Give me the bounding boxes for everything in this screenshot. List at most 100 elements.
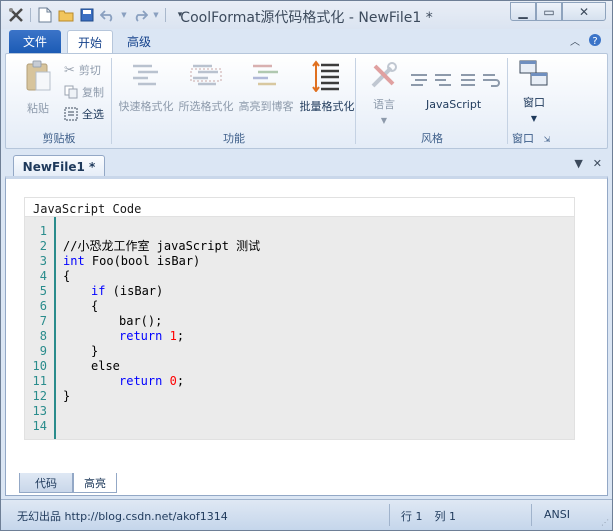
code-text: { <box>63 269 71 283</box>
code-line: 3 int Foo(bool isBar) <box>25 254 574 269</box>
function-group-label: 功能 <box>223 132 245 145</box>
paste-button[interactable]: 粘贴 <box>18 60 58 116</box>
dialog-launcher-icon[interactable]: ⇲ <box>544 135 551 144</box>
style-wrap-icon[interactable] <box>482 72 500 88</box>
tab-home[interactable]: 开始 <box>67 30 113 53</box>
help-icon[interactable]: ? <box>588 33 602 50</box>
line-number: 3 <box>39 254 47 268</box>
close-icon[interactable]: ✕ <box>562 2 606 21</box>
highlight-to-blog-button[interactable]: 高亮到博客 <box>238 60 294 114</box>
code-line: 10 else <box>25 359 574 374</box>
function-signature: Foo(bool isBar) <box>84 254 201 268</box>
title-bar: ▼ ▼ ▾ CoolFormat源代码格式化 - NewFile1 * ▁ ▭ … <box>1 1 612 29</box>
code-line: 11 return 0; <box>25 374 574 389</box>
code-line: 12} <box>25 389 574 404</box>
language-button[interactable]: 语言 ▼ <box>364 60 404 125</box>
semicolon: ; <box>176 329 185 343</box>
quick-format-button[interactable]: 快速格式化 <box>118 60 174 114</box>
status-bar: 无幻出品 http://blog.csdn.net/akof1314 行 1 列… <box>1 499 612 530</box>
selection-format-button[interactable]: 所选格式化 <box>178 60 234 114</box>
line-number: 2 <box>39 239 47 253</box>
highlight-to-blog-icon <box>253 64 278 86</box>
window-icon <box>519 60 548 86</box>
tab-code[interactable]: 代码 <box>19 473 73 493</box>
select-all-button[interactable]: 全选 <box>64 106 104 122</box>
code-text: } <box>91 344 99 358</box>
code-line: 9} <box>25 344 574 359</box>
resize-grip-icon[interactable]: ⋰ <box>601 518 609 527</box>
semicolon: ; <box>176 374 185 388</box>
window-group-label-text: 窗口 <box>512 132 534 145</box>
document-list-dropdown-icon[interactable]: ▼ <box>574 157 582 170</box>
minimize-icon[interactable]: ▁ <box>510 2 536 21</box>
clipboard-group-label: 剪贴板 <box>42 132 76 145</box>
document-controls: ▼ ✕ <box>574 157 602 170</box>
line-number: 5 <box>39 284 47 298</box>
code-line: 2 //小恐龙工作室 javaScript 测试 <box>25 239 574 254</box>
style-list-icon[interactable] <box>458 72 476 88</box>
code-line: 8 return 1; <box>25 329 574 344</box>
language-dropdown-icon: ▼ <box>380 116 388 125</box>
maximize-icon[interactable]: ▭ <box>536 2 562 21</box>
copy-button[interactable]: 复制 <box>64 84 104 100</box>
code-line: 1 <box>25 224 574 239</box>
window-group-label: 窗口 ⇲ <box>508 130 559 146</box>
tab-file[interactable]: 文件 <box>9 30 61 53</box>
scissors-icon: ✂ <box>64 62 75 78</box>
ribbon-help-area: ︿ ? <box>570 33 602 50</box>
quick-format-label: 快速格式化 <box>118 100 174 113</box>
code-text: return 0; <box>119 374 184 389</box>
app-window: ▼ ▼ ▾ CoolFormat源代码格式化 - NewFile1 * ▁ ▭ … <box>0 0 613 531</box>
keyword: if <box>91 284 106 298</box>
copy-icon <box>64 85 78 99</box>
current-language: JavaScript <box>426 98 482 111</box>
code-text: } <box>63 389 71 403</box>
language-label: 语言 <box>373 98 395 111</box>
cut-button[interactable]: ✂ 剪切 <box>64 62 101 78</box>
style-icons <box>410 72 500 88</box>
keyword: else <box>91 359 120 373</box>
style-group: 语言 ▼ JavaScript 风格 <box>356 54 508 148</box>
code-text: return 1; <box>119 329 184 344</box>
status-credit: 无幻出品 http://blog.csdn.net/akof1314 <box>17 510 228 523</box>
selection-format-icon <box>190 64 222 86</box>
code-text: if (isBar) <box>91 284 163 299</box>
copy-label: 复制 <box>82 86 104 99</box>
code-editor[interactable]: 1 2 //小恐龙工作室 javaScript 测试 3 int Foo(bool … <box>24 216 575 440</box>
window-group: 窗口 ▼ 窗口 ⇲ <box>508 54 559 148</box>
code-text: bar(); <box>119 314 163 328</box>
svg-text:?: ? <box>592 36 597 47</box>
batch-format-button[interactable]: 批量格式化 <box>298 60 356 114</box>
batch-format-label: 批量格式化 <box>299 100 355 113</box>
code-line: 6{ <box>25 299 574 314</box>
ribbon-panel: 粘贴 ✂ 剪切 复制 全选 剪贴板 快速格式化 所选格式化 高亮到博客 批量格式… <box>5 53 608 149</box>
number-literal: 1 <box>169 329 177 343</box>
cursor-position: 行 1 列 1 <box>401 508 456 524</box>
collapse-ribbon-icon[interactable]: ︿ <box>570 33 580 50</box>
language-selector[interactable]: JavaScript <box>426 98 481 111</box>
paste-icon <box>26 60 51 91</box>
bottom-tab-bar: 代码 高亮 <box>5 473 608 495</box>
line-number: 9 <box>39 344 47 358</box>
highlight-to-blog-label: 高亮到博客 <box>238 100 294 113</box>
select-all-label: 全选 <box>82 108 104 121</box>
style-indent-icon[interactable] <box>434 72 452 88</box>
window-button[interactable]: 窗口 ▼ <box>514 60 554 123</box>
style-align-icon[interactable] <box>410 72 428 88</box>
status-divider <box>389 504 390 526</box>
line-number: 8 <box>39 329 47 343</box>
code-text: { <box>91 299 99 313</box>
ribbon-tab-bar: 文件 开始 高级 ︿ ? <box>1 29 612 53</box>
paste-label: 粘贴 <box>27 102 49 115</box>
code-line: 4{ <box>25 269 574 284</box>
tab-highlight[interactable]: 高亮 <box>73 473 117 493</box>
close-document-icon[interactable]: ✕ <box>593 157 602 170</box>
style-group-label: 风格 <box>421 132 443 145</box>
document-area: JavaScript Code 1 2 //小恐龙工作室 javaScript 测… <box>5 176 608 496</box>
batch-format-icon <box>312 60 339 92</box>
function-group: 快速格式化 所选格式化 高亮到博客 批量格式化 功能 <box>112 54 356 148</box>
tab-newfile1[interactable]: NewFile1 * <box>13 155 105 177</box>
status-row: 行 1 <box>401 510 423 523</box>
tools-icon <box>371 62 397 88</box>
tab-advanced[interactable]: 高级 <box>119 30 159 53</box>
